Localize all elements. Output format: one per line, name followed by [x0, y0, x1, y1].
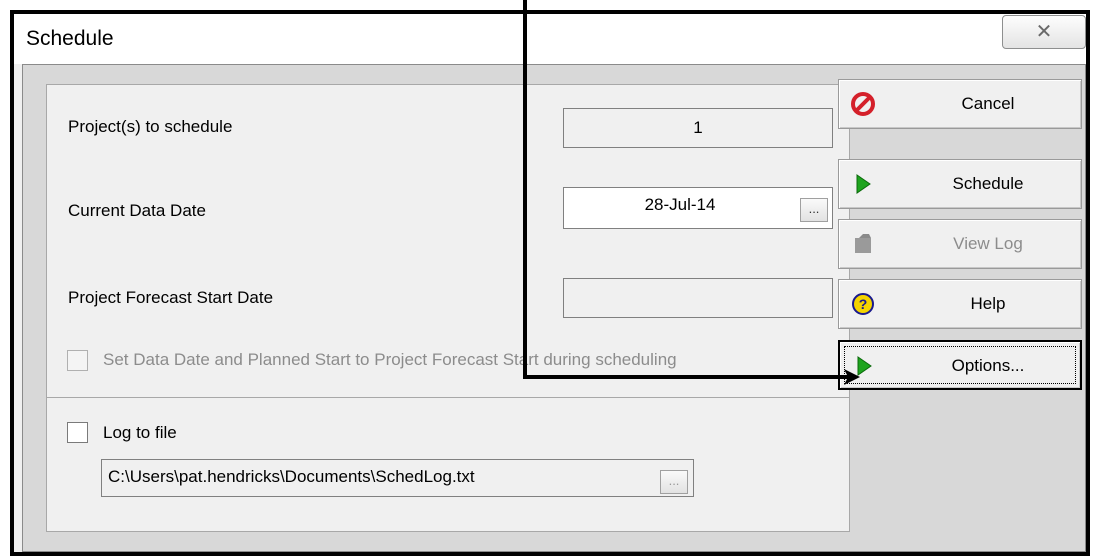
annotation-arrow — [523, 0, 860, 385]
